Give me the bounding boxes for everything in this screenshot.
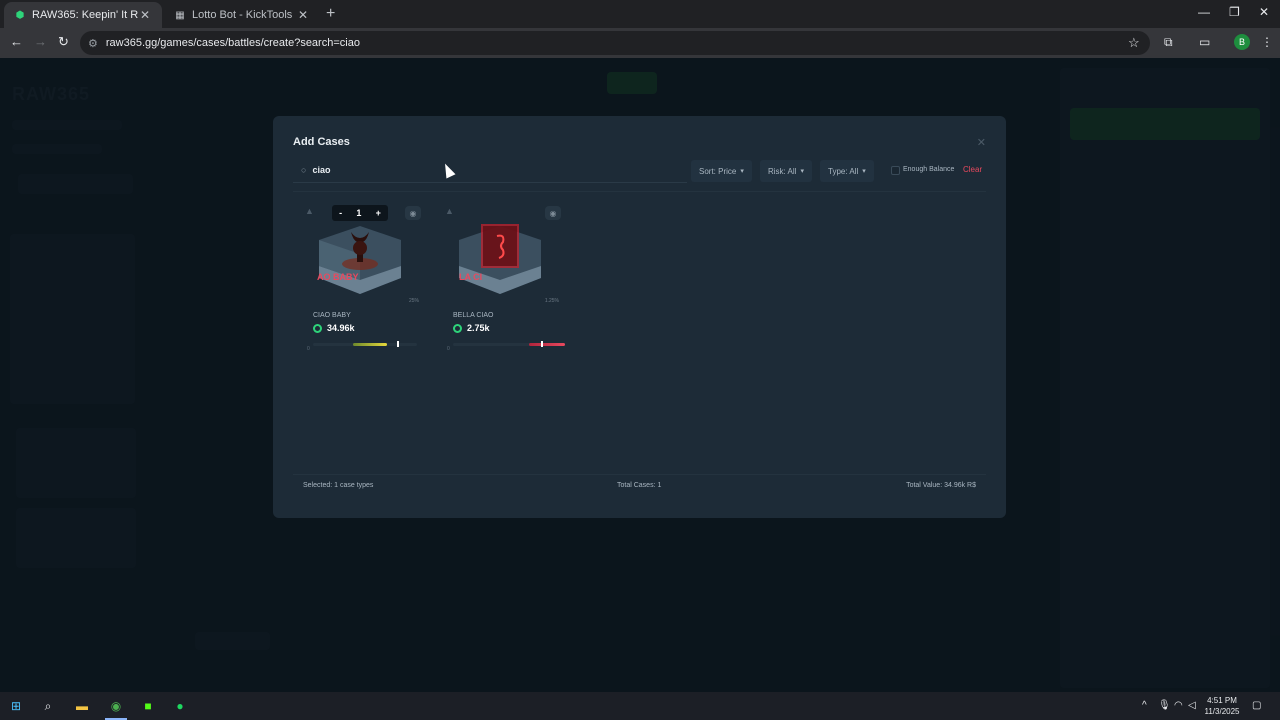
risk-bar-fill	[529, 343, 565, 346]
search-icon: ○	[301, 165, 307, 175]
add-cases-modal: Add Cases ✕ ○ Sort: Price ▾ Risk: All ▾ …	[273, 116, 1006, 518]
profile-avatar[interactable]: B	[1234, 34, 1250, 50]
enough-balance-checkbox[interactable]	[891, 166, 900, 175]
search-icon[interactable]: ⌕	[40, 698, 56, 714]
window-close-icon[interactable]: ✕	[1259, 5, 1269, 19]
browser-tab-bar: ⬢ RAW365: Keepin' It Raw ✕ ▦ Lotto Bot -…	[0, 0, 1280, 28]
drop-percent: 1.25%	[544, 298, 559, 304]
chevron-down-icon: ▾	[862, 168, 866, 175]
site-info-icon[interactable]: ⚙	[88, 37, 98, 50]
notifications-icon[interactable]: ▢	[1252, 700, 1261, 711]
footer-divider	[293, 474, 986, 475]
clock-date: 11/3/2025	[1204, 707, 1240, 716]
tab-raw365[interactable]: ⬢ RAW365: Keepin' It Raw ✕	[4, 2, 162, 28]
decrement-button[interactable]: -	[339, 208, 342, 218]
reload-icon[interactable]: ↻	[58, 34, 69, 50]
preview-eye-icon[interactable]: ◉	[405, 206, 421, 220]
wifi-icon[interactable]: ◠	[1174, 700, 1183, 711]
tab-lotto-bot[interactable]: ▦ Lotto Bot - KickTools ✕	[164, 2, 320, 28]
bookmark-star-icon[interactable]: ☆	[1128, 35, 1140, 51]
menu-kebab-icon[interactable]: ⋮	[1261, 35, 1273, 49]
raw365-favicon-icon: ⬢	[15, 9, 25, 21]
tab-title: RAW365: Keepin' It Raw	[32, 9, 138, 21]
microphone-icon[interactable]: 🎙	[1158, 700, 1171, 711]
system-clock[interactable]: 4:51 PM 11/3/2025	[1200, 695, 1244, 717]
bella-ciao-case-image: LA CI	[459, 224, 541, 294]
price-value: 34.96k	[327, 323, 355, 333]
volume-icon[interactable]: ◁	[1188, 700, 1196, 711]
tray-chevron-icon[interactable]: ^	[1142, 700, 1147, 711]
selected-count: Selected: 1 case types	[303, 482, 374, 489]
total-cases: Total Cases: 1	[617, 482, 662, 489]
modal-title: Add Cases	[293, 136, 350, 148]
divider	[293, 191, 986, 192]
tab-close-icon[interactable]: ✕	[138, 8, 152, 22]
search-input[interactable]	[312, 165, 673, 175]
drop-percent: 25%	[408, 298, 419, 304]
risk-label: Risk: All	[768, 166, 797, 176]
total-value: Total Value: 34.96k R$	[906, 482, 976, 489]
chrome-icon[interactable]: ◉	[108, 698, 124, 714]
enough-balance-label: Enough Balance	[903, 166, 955, 173]
sort-dropdown[interactable]: Sort: Price ▾	[691, 160, 752, 182]
file-explorer-icon[interactable]: ▬	[74, 698, 90, 714]
back-icon[interactable]: ←	[10, 34, 23, 49]
minimize-icon[interactable]: —	[1198, 5, 1210, 19]
pin-icon[interactable]: ▲	[445, 206, 454, 216]
risk-bar	[313, 341, 417, 347]
kick-app-icon[interactable]: ■	[140, 698, 156, 714]
preview-eye-icon[interactable]: ◉	[545, 206, 561, 220]
risk-bar	[453, 341, 565, 347]
cast-icon[interactable]: ▭	[1199, 35, 1210, 49]
risk-bar-zero: 0	[307, 346, 310, 352]
coin-icon	[313, 323, 322, 333]
box-label: LA CI	[459, 272, 482, 282]
case-card-bella-ciao[interactable]: ▲ ◉ LA CI 1.25% BELLA CIAO 2.75k 0	[443, 206, 567, 356]
increment-button[interactable]: +	[376, 208, 381, 218]
close-icon[interactable]: ✕	[977, 136, 986, 149]
address-toolbar: ← → ↻ ⚙ raw365.gg/games/cases/battles/cr…	[0, 28, 1280, 58]
url-text: raw365.gg/games/cases/battles/create?sea…	[105, 37, 360, 49]
windows-taskbar: ⊞ ⌕ ▬ ◉ ■ ● ^ 🎙 ◠ ◁ 4:51 PM 11/3/2025 ▢	[0, 692, 1280, 720]
ciao-baby-case-image: AO BABY	[317, 226, 401, 294]
spotify-icon[interactable]: ●	[172, 698, 188, 714]
case-name: BELLA CIAO	[453, 312, 494, 319]
case-card-ciao-baby[interactable]: ▲ - 1 + ◉ AO BABY 25% CIAO BABY 34.96k 0	[303, 205, 427, 356]
sort-label: Sort: Price	[699, 166, 737, 176]
chevron-down-icon: ▾	[740, 168, 744, 175]
url-bar[interactable]: ⚙ raw365.gg/games/cases/battles/create?s…	[80, 31, 1150, 55]
risk-bar-marker	[397, 341, 399, 347]
type-label: Type: All	[828, 166, 859, 176]
forward-icon[interactable]: →	[34, 34, 47, 49]
new-tab-icon[interactable]: +	[326, 5, 335, 23]
risk-bar-zero: 0	[447, 346, 450, 352]
coin-icon	[453, 323, 462, 333]
clock-time: 4:51 PM	[1207, 696, 1237, 705]
risk-bar-fill	[353, 343, 387, 346]
type-dropdown[interactable]: Type: All ▾	[820, 160, 874, 182]
box-label: AO BABY	[317, 272, 359, 282]
pin-icon[interactable]: ▲	[305, 206, 314, 216]
windows-start-icon[interactable]: ⊞	[8, 698, 24, 714]
tab-close-icon[interactable]: ✕	[296, 8, 310, 22]
case-name: CIAO BABY	[313, 312, 351, 319]
extensions-icon[interactable]: ⧉	[1164, 35, 1173, 50]
case-price: 34.96k	[313, 323, 355, 333]
price-value: 2.75k	[467, 323, 490, 333]
quantity-value: 1	[356, 208, 362, 218]
case-price: 2.75k	[453, 323, 490, 333]
chevron-down-icon: ▾	[800, 168, 804, 175]
clear-button[interactable]: Clear	[963, 165, 982, 174]
search-field[interactable]: ○	[293, 158, 687, 183]
tab-title: Lotto Bot - KickTools	[192, 9, 293, 21]
grid-favicon-icon: ▦	[175, 9, 185, 21]
risk-bar-marker	[541, 341, 543, 347]
risk-dropdown[interactable]: Risk: All ▾	[760, 160, 812, 182]
restore-icon[interactable]: ❐	[1229, 5, 1240, 19]
